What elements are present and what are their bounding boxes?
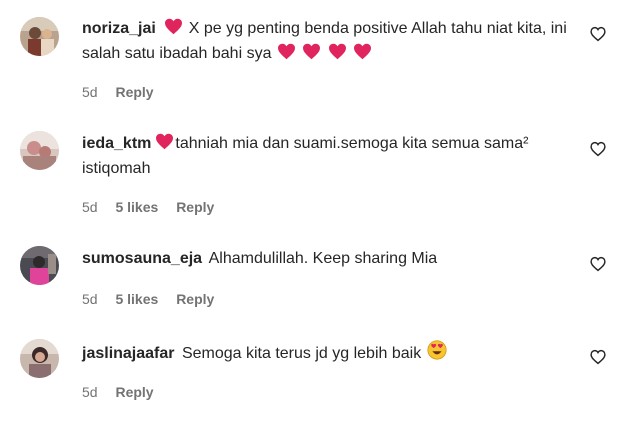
comment-time: 5d: [82, 199, 98, 215]
comment-text: Alhamdulillah. Keep sharing Mia: [208, 250, 438, 267]
likes-count[interactable]: 5 likes: [115, 199, 158, 215]
comment-username[interactable]: jaslinajaafar: [82, 345, 175, 362]
like-heart-icon[interactable]: [590, 141, 608, 159]
comment-username[interactable]: ieda_ktm: [82, 135, 151, 152]
red-heart-emoji-icon: [277, 43, 296, 67]
like-heart-icon[interactable]: [590, 256, 608, 274]
comment-meta: 5d Reply: [82, 84, 168, 100]
reply-button[interactable]: Reply: [115, 84, 153, 100]
red-heart-emoji-icon: [302, 43, 321, 67]
comment-text: Semoga kita terus jd yg lebih baik: [181, 345, 422, 362]
comment-username[interactable]: noriza_jai: [82, 20, 156, 37]
comment-meta: 5d 5 likes Reply: [82, 199, 228, 215]
avatar[interactable]: [20, 131, 59, 170]
likes-count[interactable]: 5 likes: [115, 291, 158, 307]
comment-meta: 5d Reply: [82, 384, 168, 400]
comment-meta: 5d 5 likes Reply: [82, 291, 228, 307]
red-heart-emoji-icon: [353, 43, 372, 67]
comment-username[interactable]: sumosauna_eja: [82, 250, 202, 267]
reply-button[interactable]: Reply: [176, 199, 214, 215]
like-heart-icon[interactable]: [590, 349, 608, 367]
red-heart-emoji-icon: [328, 43, 347, 67]
avatar[interactable]: [20, 339, 59, 378]
comment-time: 5d: [82, 291, 98, 307]
avatar[interactable]: [20, 246, 59, 285]
red-heart-emoji-icon: [164, 18, 183, 42]
reply-button[interactable]: Reply: [176, 291, 214, 307]
like-heart-icon[interactable]: [590, 26, 608, 44]
avatar[interactable]: [20, 17, 59, 56]
comment-time: 5d: [82, 384, 98, 400]
red-heart-emoji-icon: [155, 133, 174, 157]
comment-time: 5d: [82, 84, 98, 100]
reply-button[interactable]: Reply: [115, 384, 153, 400]
heart-eyes-emoji-icon: [427, 340, 447, 367]
